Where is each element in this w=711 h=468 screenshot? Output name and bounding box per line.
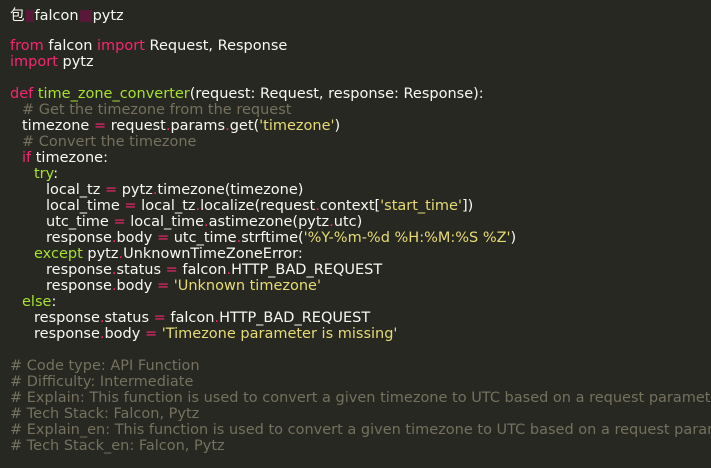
comment-explain-en: # Explain_en: This function is used to c… — [10, 422, 711, 438]
operator: = — [156, 230, 170, 246]
code-token: astimezone(pytz — [208, 214, 330, 230]
code-token: local_time — [125, 214, 205, 230]
code-token: : — [51, 294, 57, 310]
keyword-from: from — [10, 38, 44, 54]
keyword-except: except — [34, 246, 83, 262]
code-line-else: else: — [10, 294, 711, 310]
code-token: status — [104, 310, 154, 326]
code-line-local-tz: local_tz = pytz.timezone(timezone) — [10, 182, 711, 198]
code-token: utc_time — [169, 230, 237, 246]
comment-explain: # Explain: This function is used to conv… — [10, 390, 711, 406]
code-line-body-unknown: response.body = 'Unknown timezone' — [10, 278, 711, 294]
header-line: 包 falcon pytz — [10, 6, 711, 26]
operator: = — [124, 198, 137, 214]
string-literal: 'Timezone parameter is missing' — [157, 326, 398, 342]
code-line-try: try: — [10, 166, 711, 182]
code-line-2: import pytz — [10, 54, 711, 70]
module-name: falcon — [43, 38, 98, 54]
import-names: Request, Response — [144, 38, 288, 54]
comment-line: # Get the timezone from the request — [22, 102, 292, 118]
code-token: response — [46, 278, 112, 294]
string-literal: 'start_time' — [380, 198, 462, 214]
redaction-mark — [79, 10, 92, 22]
code-token: response — [34, 326, 100, 342]
code-line-local-time: local_time = local_tz.localize(request.c… — [10, 198, 711, 214]
operator: = — [156, 278, 170, 294]
comment-difficulty: # Difficulty: Intermediate — [10, 374, 194, 390]
code-token: falcon — [177, 262, 227, 278]
code-token: ]) — [461, 198, 474, 214]
keyword-import: import — [10, 54, 58, 70]
code-line-status: response.status = falcon.HTTP_BAD_REQUES… — [10, 262, 711, 278]
keyword-else: else — [22, 294, 52, 310]
code-token: HTTP_BAD_REQUEST — [219, 310, 371, 326]
code-line-response-body: response.body = utc_time.strftime('%Y-%m… — [10, 230, 711, 246]
code-token: body — [104, 326, 145, 342]
code-token: ) — [510, 230, 517, 246]
code-token: local_tz — [46, 182, 105, 198]
code-token: falcon — [165, 310, 215, 326]
header-prefix: 包 — [10, 8, 25, 24]
code-token: timezone(timezone) — [157, 182, 304, 198]
code-token: local_tz — [136, 198, 196, 214]
operator: = — [104, 182, 118, 198]
code-token: params — [170, 118, 226, 134]
code-editor[interactable]: 包 falcon pytz from falcon import Request, … — [0, 0, 711, 468]
code-line-body-missing: response.body = 'Timezone parameter is m… — [10, 326, 711, 342]
code-token: body — [116, 230, 157, 246]
keyword-import: import — [97, 38, 145, 54]
code-token: : — [53, 166, 59, 182]
code-token: timezone: — [31, 150, 108, 166]
operator: = — [93, 118, 107, 134]
code-token: UnknownTimeZoneError: — [123, 246, 303, 262]
code-line-status-else: response.status = falcon.HTTP_BAD_REQUES… — [10, 310, 711, 326]
code-token: request — [106, 118, 166, 134]
code-token: pytz — [117, 182, 153, 198]
redaction-mark — [25, 10, 34, 22]
comment-line: # Convert the timezone — [22, 134, 197, 150]
code-token: timezone — [22, 118, 94, 134]
header-lib-pytz: pytz — [92, 8, 124, 24]
code-line-if: if timezone: — [10, 150, 711, 166]
keyword-try: try — [34, 166, 54, 182]
code-token: response — [46, 230, 112, 246]
operator: = — [113, 214, 126, 230]
code-token: ) — [334, 118, 341, 134]
string-literal: 'Unknown timezone' — [169, 278, 321, 294]
code-line-except: except pytz.UnknownTimeZoneError: — [10, 246, 711, 262]
code-token: utc) — [333, 214, 363, 230]
keyword-def: def — [10, 86, 34, 102]
comment-tech-stack-en: # Tech Stack_en: Falcon, Pytz — [10, 438, 225, 454]
keyword-if: if — [22, 150, 32, 166]
code-line-timezone: timezone = request.params.get('timezone'… — [10, 118, 711, 134]
code-token: pytz — [82, 246, 119, 262]
comment-code-type: # Code type: API Function — [10, 358, 200, 374]
code-token: get( — [229, 118, 260, 134]
code-token: localize(request — [200, 198, 316, 214]
operator: = — [165, 262, 178, 278]
string-literal: '%Y-%m-%d %H:%M:%S %Z' — [303, 230, 511, 246]
code-token: local_time — [46, 198, 125, 214]
module-name: pytz — [57, 54, 94, 70]
string-literal: 'timezone' — [259, 118, 335, 134]
code-token: utc_time — [46, 214, 114, 230]
operator: = — [153, 310, 166, 326]
function-name: time_zone_converter — [33, 86, 190, 102]
operator: = — [144, 326, 158, 342]
code-line-1: from falcon import Request, Response — [10, 38, 711, 54]
code-token: response — [46, 262, 112, 278]
code-token: status — [116, 262, 166, 278]
comment-tech-stack: # Tech Stack: Falcon, Pytz — [10, 406, 200, 422]
function-params: (request: Request, response: Response): — [189, 86, 484, 102]
code-token: body — [116, 278, 157, 294]
code-line-def: def time_zone_converter(request: Request… — [10, 86, 711, 102]
code-line-utc-time: utc_time = local_time.astimezone(pytz.ut… — [10, 214, 711, 230]
header-lib-falcon: falcon — [34, 8, 79, 24]
code-token: context[ — [319, 198, 381, 214]
code-token: strftime( — [241, 230, 304, 246]
code-token: response — [34, 310, 100, 326]
code-token: HTTP_BAD_REQUEST — [231, 262, 383, 278]
